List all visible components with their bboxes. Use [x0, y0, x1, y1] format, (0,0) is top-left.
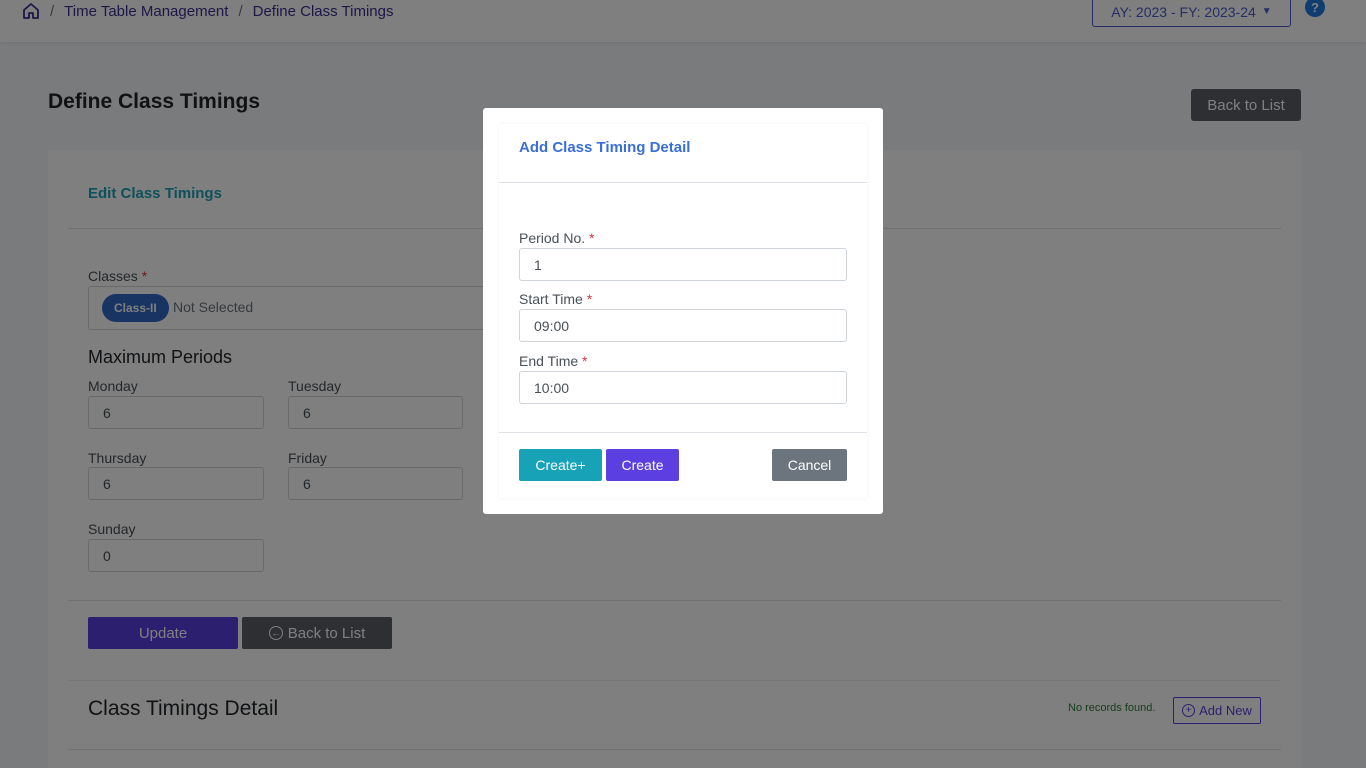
period-no-input[interactable]: 1 [519, 248, 847, 281]
start-time-label: Start Time * [519, 291, 593, 307]
end-time-label: End Time * [519, 353, 588, 369]
end-time-input[interactable]: 10:00 [519, 371, 847, 404]
required-mark: * [582, 353, 588, 369]
start-time-input[interactable]: 09:00 [519, 309, 847, 342]
required-mark: * [589, 230, 595, 246]
create-button[interactable]: Create [606, 449, 679, 481]
period-no-label: Period No. * [519, 230, 595, 246]
required-mark: * [586, 291, 593, 307]
modal-title: Add Class Timing Detail [519, 139, 691, 156]
cancel-button[interactable]: Cancel [772, 449, 847, 481]
modal-divider [499, 432, 867, 433]
create-plus-button[interactable]: Create+ [519, 449, 602, 481]
modal-divider [499, 182, 867, 183]
